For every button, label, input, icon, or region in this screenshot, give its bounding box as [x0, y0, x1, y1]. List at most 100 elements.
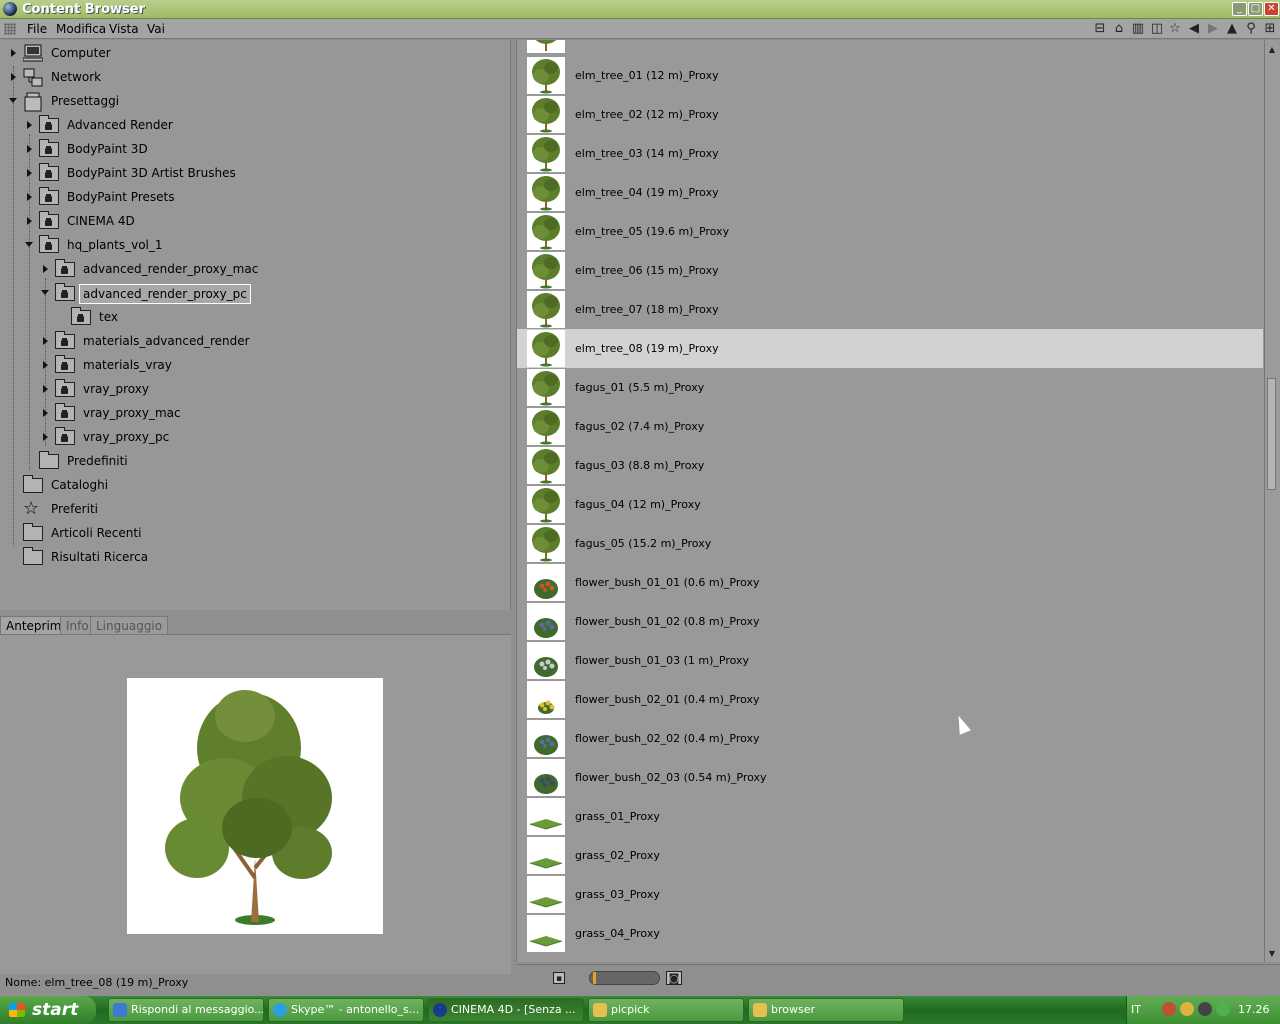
- tree-item[interactable]: BodyPaint 3D: [0, 138, 505, 160]
- list-item[interactable]: flower_bush_02_01 (0.4 m)_Proxy: [517, 680, 1263, 719]
- tab-linguaggio[interactable]: Linguaggio: [90, 616, 169, 634]
- menu-vai[interactable]: Vai: [147, 19, 165, 39]
- expand-arrow-icon[interactable]: [11, 73, 16, 81]
- expand-arrow-icon[interactable]: [11, 49, 16, 57]
- expand-arrow-icon[interactable]: [27, 193, 32, 201]
- large-thumbnail-icon[interactable]: ◙: [666, 971, 682, 985]
- expand-arrow-icon[interactable]: [27, 121, 32, 129]
- collapse-arrow-icon[interactable]: [25, 242, 33, 247]
- tree-item[interactable]: BodyPaint Presets: [0, 186, 505, 208]
- tray-app-icon[interactable]: [1180, 1002, 1194, 1016]
- home-icon[interactable]: ⌂: [1111, 21, 1127, 37]
- list-item[interactable]: fagus_04 (12 m)_Proxy: [517, 485, 1263, 524]
- search-icon[interactable]: ⚲: [1243, 21, 1259, 37]
- close-button[interactable]: ✕: [1264, 2, 1279, 16]
- tree-item[interactable]: vray_proxy_pc: [0, 426, 505, 448]
- item-thumbnail: [527, 291, 565, 328]
- expand-arrow-icon[interactable]: [27, 169, 32, 177]
- list-item[interactable]: elm_tree_01 (12 m)_Proxy: [517, 56, 1263, 95]
- star-icon[interactable]: ☆: [1167, 21, 1183, 37]
- list-item[interactable]: flower_bush_02_02 (0.4 m)_Proxy: [517, 719, 1263, 758]
- list-item[interactable]: elm_tree_02 (12 m)_Proxy: [517, 95, 1263, 134]
- expand-arrow-icon[interactable]: [43, 385, 48, 393]
- expand-arrow-icon[interactable]: [27, 217, 32, 225]
- scroll-down-icon[interactable]: ▼: [1266, 948, 1278, 960]
- list-item[interactable]: elm_tree_06 (15 m)_Proxy: [517, 251, 1263, 290]
- tray-security-icon[interactable]: [1198, 1002, 1212, 1016]
- list-item[interactable]: grass_01_Proxy: [517, 797, 1263, 836]
- tree-item[interactable]: advanced_render_proxy_mac: [0, 258, 505, 280]
- list-item[interactable]: elm_tree_03 (14 m)_Proxy: [517, 134, 1263, 173]
- expand-arrow-icon[interactable]: [27, 145, 32, 153]
- tree-item[interactable]: Presettaggi: [0, 90, 505, 112]
- tree-item[interactable]: Risultati Ricerca: [0, 546, 505, 568]
- collapse-arrow-icon[interactable]: [41, 290, 49, 295]
- expand-arrow-icon[interactable]: [43, 265, 48, 273]
- preset-icon[interactable]: ▥: [1130, 21, 1146, 37]
- tree-item[interactable]: Cataloghi: [0, 474, 505, 496]
- tree-item[interactable]: Advanced Render: [0, 114, 505, 136]
- list-item[interactable]: elm_tree_04 (19 m)_Proxy: [517, 173, 1263, 212]
- list-item[interactable]: grass_03_Proxy: [517, 875, 1263, 914]
- tree-item[interactable]: ☆ Preferiti: [0, 498, 505, 520]
- tree-item[interactable]: advanced_render_proxy_pc: [0, 282, 505, 304]
- menu-grip-icon[interactable]: [4, 23, 16, 35]
- view-mode-icon[interactable]: ⊟: [1092, 21, 1108, 37]
- list-item[interactable]: flower_bush_01_02 (0.8 m)_Proxy: [517, 602, 1263, 641]
- list-item[interactable]: fagus_02 (7.4 m)_Proxy: [517, 407, 1263, 446]
- list-item[interactable]: flower_bush_01_03 (1 m)_Proxy: [517, 641, 1263, 680]
- list-item[interactable]: fagus_03 (8.8 m)_Proxy: [517, 446, 1263, 485]
- slider-knob[interactable]: [593, 972, 596, 984]
- list-item[interactable]: elm_tree_05 (19.6 m)_Proxy: [517, 212, 1263, 251]
- collapse-arrow-icon[interactable]: [9, 98, 17, 103]
- taskbar-task[interactable]: browser: [748, 998, 904, 1022]
- tree-item[interactable]: CINEMA 4D: [0, 210, 505, 232]
- small-thumbnail-icon[interactable]: ▪: [553, 972, 565, 984]
- list-item[interactable]: grass_04_Proxy: [517, 914, 1263, 953]
- menu-modifica[interactable]: Modifica: [56, 19, 106, 39]
- expand-arrow-icon[interactable]: [43, 409, 48, 417]
- tree-item[interactable]: Computer: [0, 42, 505, 64]
- expand-arrow-icon[interactable]: [43, 433, 48, 441]
- expand-arrow-icon[interactable]: [43, 361, 48, 369]
- list-item[interactable]: fagus_01 (5.5 m)_Proxy: [517, 368, 1263, 407]
- list-item[interactable]: elm_tree_07 (18 m)_Proxy: [517, 290, 1263, 329]
- back-icon[interactable]: ◀: [1186, 21, 1202, 37]
- add-icon[interactable]: ⊞: [1262, 21, 1278, 37]
- language-indicator[interactable]: IT: [1131, 996, 1141, 1024]
- scrollbar-thumb[interactable]: [1267, 378, 1276, 490]
- forward-icon[interactable]: ▶: [1205, 21, 1221, 37]
- tree-item[interactable]: tex: [0, 306, 505, 328]
- expand-arrow-icon[interactable]: [43, 337, 48, 345]
- tree-item[interactable]: Articoli Recenti: [0, 522, 505, 544]
- list-item[interactable]: flower_bush_02_03 (0.54 m)_Proxy: [517, 758, 1263, 797]
- taskbar-task[interactable]: CINEMA 4D - [Senza ...: [428, 998, 584, 1022]
- taskbar-task[interactable]: Rispondi al messaggio...: [108, 998, 264, 1022]
- tree-item[interactable]: materials_advanced_render: [0, 330, 505, 352]
- tree-item[interactable]: materials_vray: [0, 354, 505, 376]
- menu-file[interactable]: File: [27, 19, 47, 39]
- menu-vista[interactable]: Vista: [109, 19, 139, 39]
- scroll-up-icon[interactable]: ▲: [1266, 44, 1278, 56]
- tree-item[interactable]: Predefiniti: [0, 450, 505, 472]
- list-item[interactable]: flower_bush_01_01 (0.6 m)_Proxy: [517, 563, 1263, 602]
- tree-item[interactable]: Network: [0, 66, 505, 88]
- tray-arrow-icon[interactable]: [1162, 1002, 1176, 1016]
- list-scrollbar[interactable]: [1264, 40, 1280, 962]
- tree-item[interactable]: vray_proxy_mac: [0, 402, 505, 424]
- catalog-icon[interactable]: ◫: [1149, 21, 1165, 37]
- tree-item[interactable]: hq_plants_vol_1: [0, 234, 505, 256]
- list-item[interactable]: elm_tree_08 (19 m)_Proxy: [517, 329, 1263, 368]
- up-icon[interactable]: ▲: [1224, 21, 1240, 37]
- list-item[interactable]: grass_02_Proxy: [517, 836, 1263, 875]
- thumbnail-size-slider[interactable]: [589, 971, 660, 985]
- list-item[interactable]: fagus_05 (15.2 m)_Proxy: [517, 524, 1263, 563]
- tree-item[interactable]: BodyPaint 3D Artist Brushes: [0, 162, 505, 184]
- minimize-button[interactable]: _: [1232, 2, 1247, 16]
- tray-check-icon[interactable]: [1216, 1002, 1230, 1016]
- item-thumbnail: [527, 876, 565, 913]
- taskbar-task[interactable]: Skype™ - antonello_s...: [268, 998, 424, 1022]
- tree-item[interactable]: vray_proxy: [0, 378, 505, 400]
- taskbar-task[interactable]: picpick: [588, 998, 744, 1022]
- maximize-button[interactable]: □: [1248, 2, 1263, 16]
